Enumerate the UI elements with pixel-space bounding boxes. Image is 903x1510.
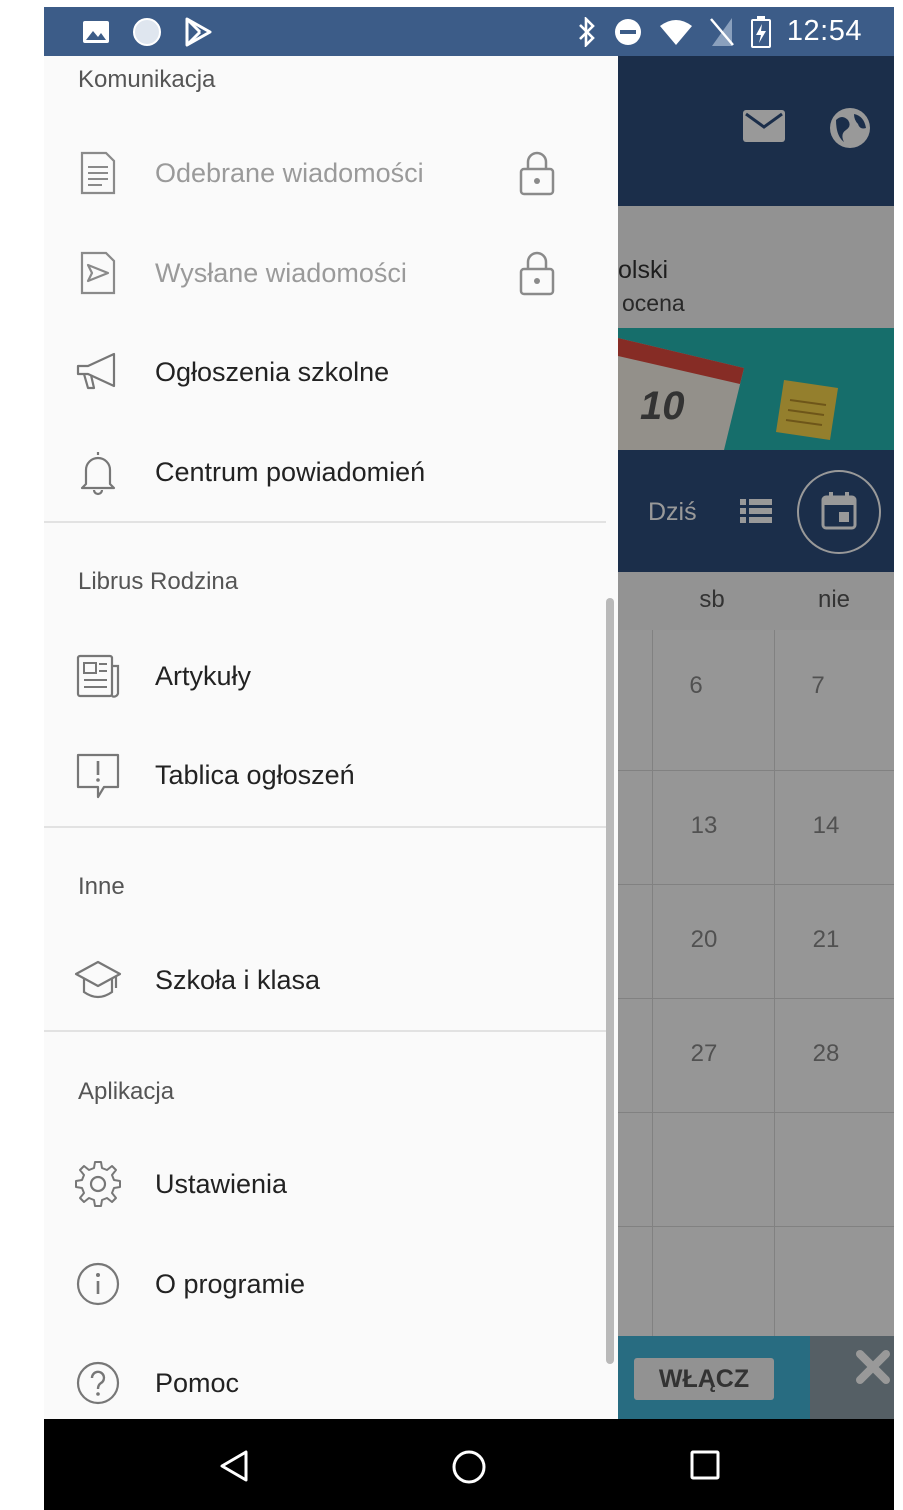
menu-item-label: Ogłoszenia szkolne — [155, 357, 390, 387]
help-icon — [74, 1359, 122, 1407]
home-circle-icon — [452, 1450, 486, 1484]
section-divider — [44, 826, 606, 828]
inbox-document-icon — [74, 149, 122, 197]
section-divider — [44, 1030, 606, 1032]
device-screen: 12:54 olski ocena 10 Dziś sb nie 6 7 13 … — [44, 7, 894, 1510]
menu-item-label: Pomoc — [155, 1368, 240, 1398]
menu-item-received-messages[interactable]: Odebrane wiadomości — [44, 128, 606, 218]
play-store-icon — [184, 17, 212, 47]
menu-item-articles[interactable]: Artykuły — [44, 631, 606, 721]
menu-item-help[interactable]: Pomoc — [44, 1338, 606, 1419]
newspaper-icon — [74, 652, 122, 700]
wifi-icon — [659, 18, 693, 46]
navigation-drawer: Komunikacja Odebrane wiadomości Wysłane … — [44, 56, 618, 1419]
lock-icon — [518, 250, 556, 301]
menu-item-label: Wysłane wiadomości — [155, 258, 407, 288]
menu-item-school-announcements[interactable]: Ogłoszenia szkolne — [44, 327, 606, 417]
back-button[interactable] — [218, 1449, 250, 1488]
megaphone-icon — [74, 348, 122, 396]
status-bar: 12:54 — [44, 7, 894, 56]
image-icon — [82, 20, 110, 44]
do-not-disturb-icon — [613, 17, 643, 47]
menu-item-notice-board[interactable]: Tablica ogłoszeń — [44, 730, 606, 820]
menu-item-label: Centrum powiadomień — [155, 457, 426, 487]
menu-item-label: Tablica ogłoszeń — [155, 760, 355, 790]
notice-board-icon — [74, 751, 122, 799]
section-header-aplikacja: Aplikacja — [78, 1078, 175, 1105]
drawer-scrollbar[interactable] — [606, 598, 614, 1364]
bluetooth-icon — [577, 16, 597, 47]
section-header-librus-rodzina: Librus Rodzina — [78, 568, 239, 595]
menu-item-settings[interactable]: Ustawienia — [44, 1139, 606, 1229]
clock: 12:54 — [786, 15, 862, 47]
no-sim-icon — [709, 17, 735, 47]
recents-button[interactable] — [689, 1449, 721, 1486]
menu-item-notification-center[interactable]: Centrum powiadomień — [44, 427, 606, 517]
recents-square-icon — [690, 1450, 720, 1480]
section-header-inne: Inne — [78, 873, 125, 900]
menu-item-label: Szkoła i klasa — [155, 965, 321, 995]
home-button[interactable] — [451, 1449, 487, 1490]
menu-item-label: Ustawienia — [155, 1169, 288, 1199]
circle-app-icon — [132, 17, 162, 47]
menu-item-label: Artykuły — [155, 661, 252, 691]
section-divider — [44, 521, 606, 523]
back-triangle-icon — [220, 1450, 248, 1482]
menu-item-sent-messages[interactable]: Wysłane wiadomości — [44, 228, 606, 318]
info-icon — [74, 1260, 122, 1308]
graduation-cap-icon — [74, 956, 122, 1004]
bell-icon — [74, 448, 122, 496]
section-header-komunikacja: Komunikacja — [78, 66, 216, 93]
menu-item-label: O programie — [155, 1269, 306, 1299]
gear-icon — [74, 1160, 122, 1208]
system-navigation-bar — [44, 1419, 894, 1510]
menu-item-label: Odebrane wiadomości — [155, 158, 424, 188]
battery-charging-icon — [750, 15, 771, 48]
lock-icon — [518, 150, 556, 201]
menu-item-about[interactable]: O programie — [44, 1239, 606, 1329]
menu-item-school-and-class[interactable]: Szkoła i klasa — [44, 935, 606, 1025]
sent-document-icon — [74, 249, 122, 297]
